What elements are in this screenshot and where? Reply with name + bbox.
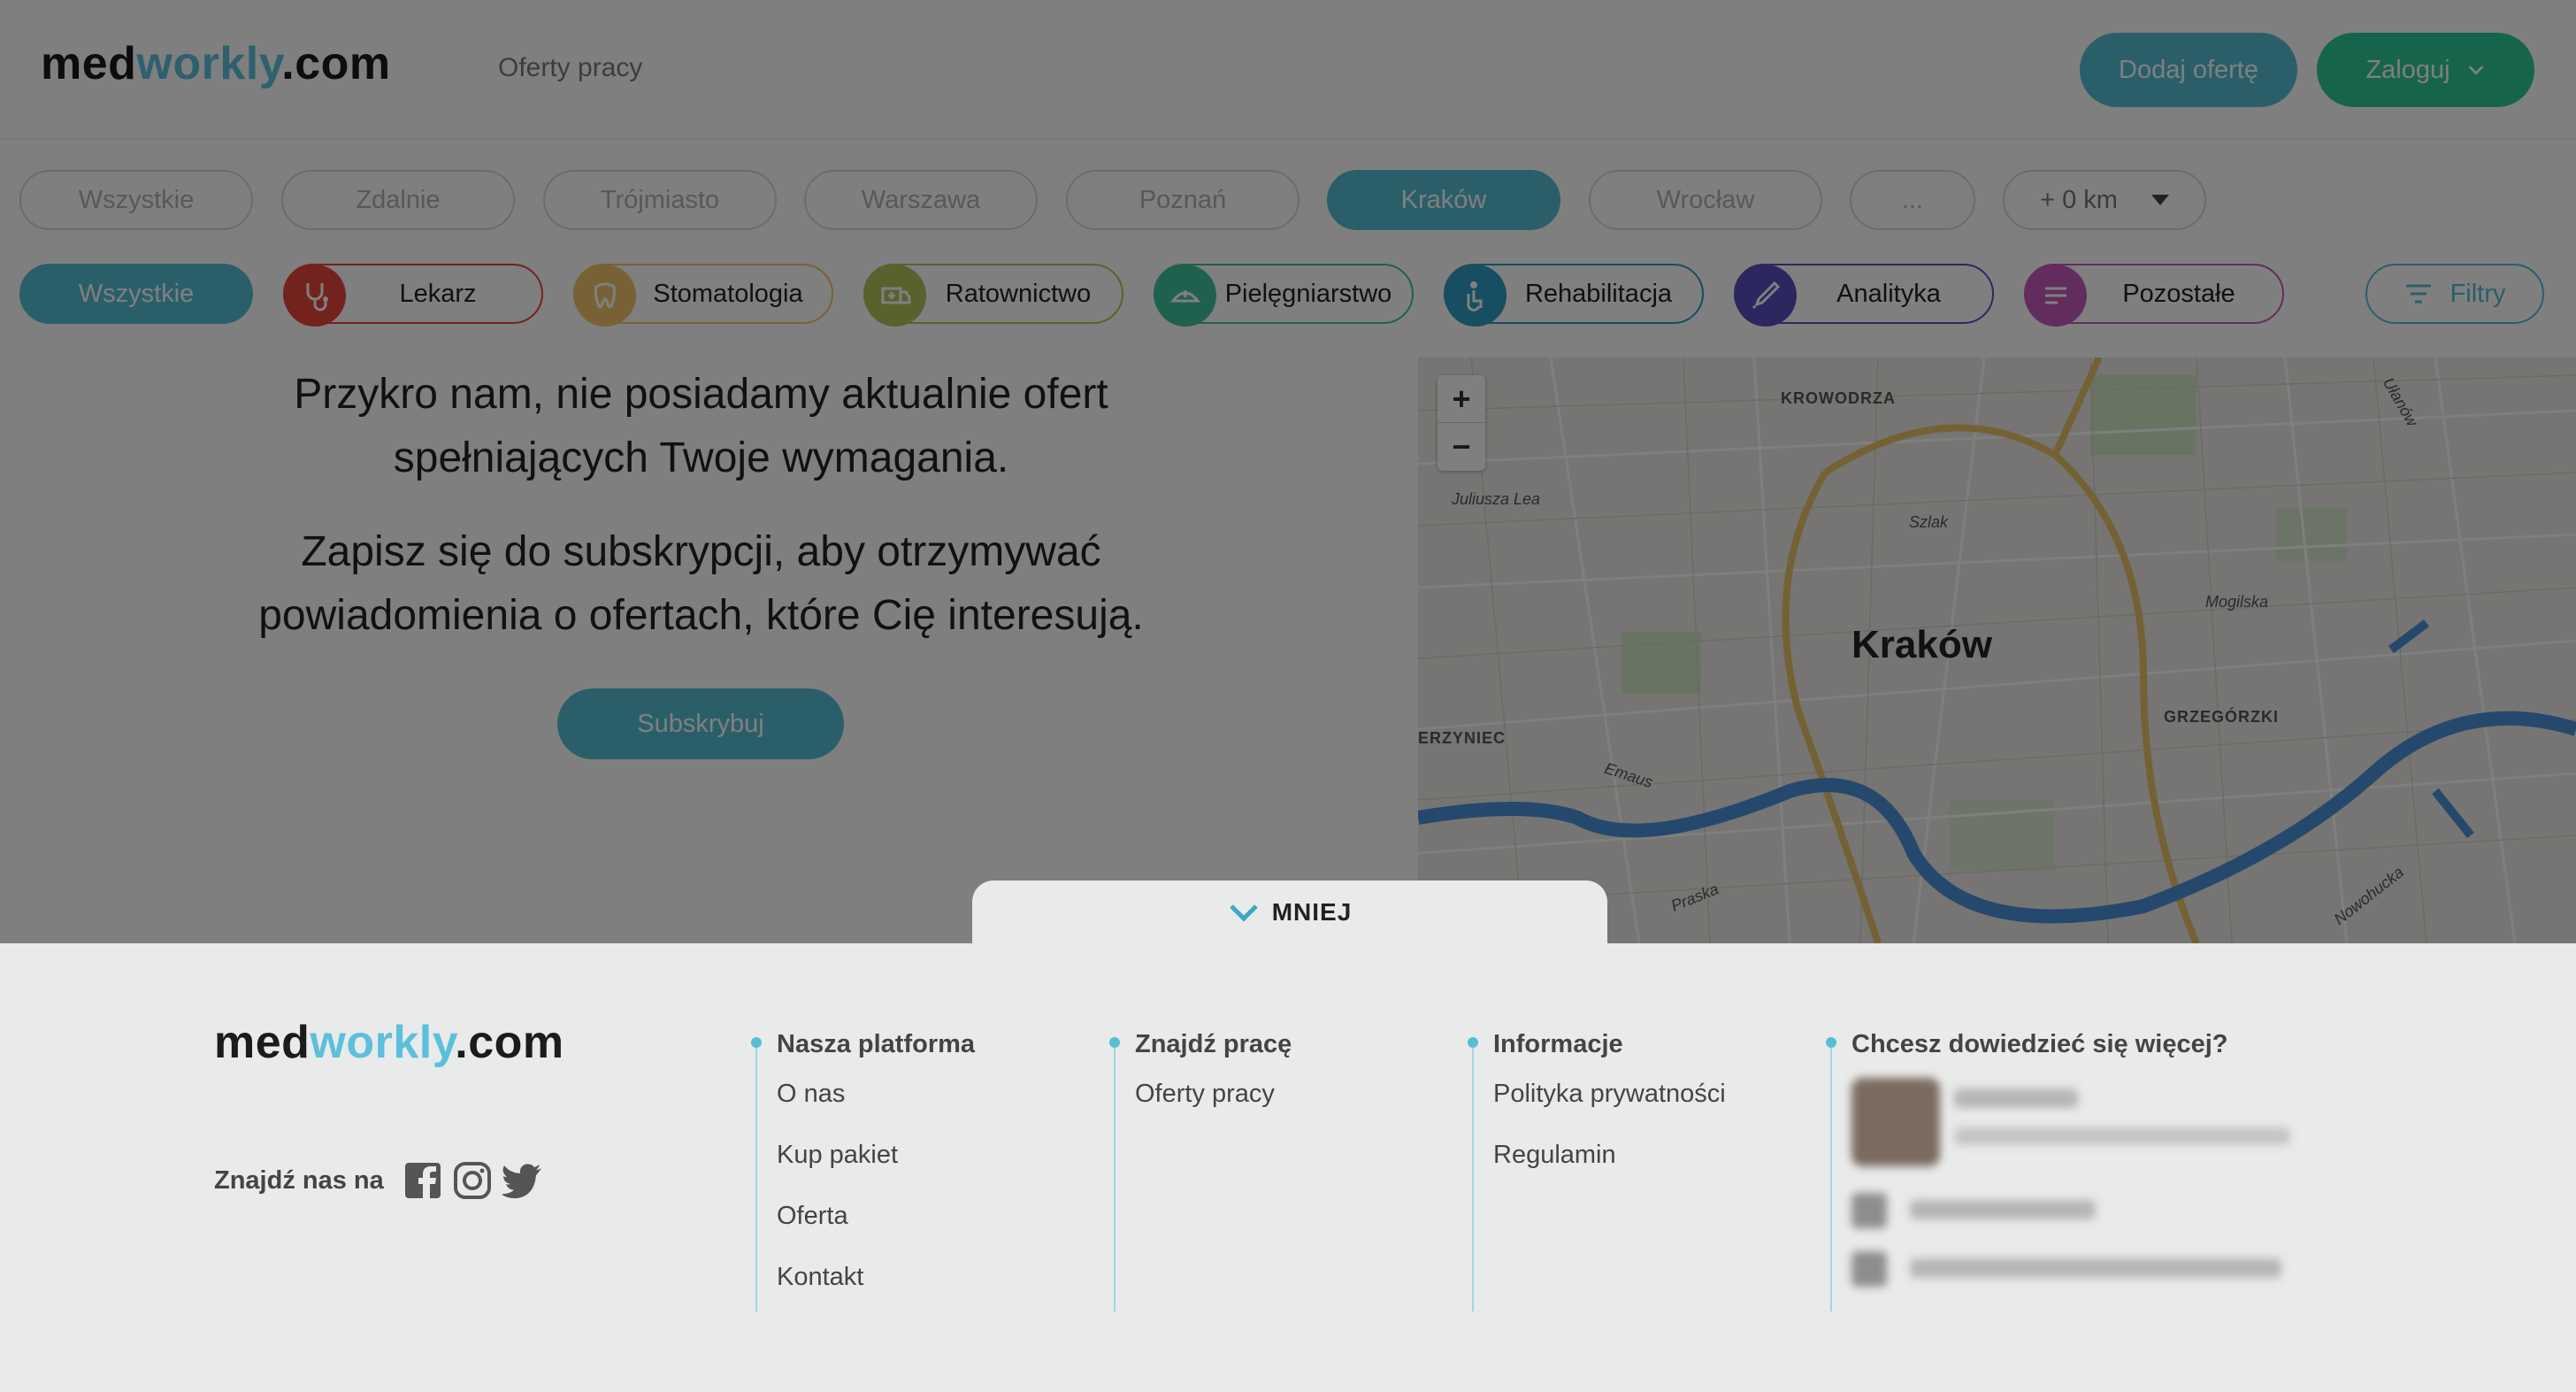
filters-button[interactable]: Filtry [2365,264,2544,324]
location-trojmiasto[interactable]: Trójmiasto [543,170,777,230]
avatar [1852,1078,1940,1166]
footer-link-privacy[interactable]: Polityka prywatności [1493,1080,1726,1109]
location-warszawa[interactable]: Warszawa [804,170,1038,230]
location-remote[interactable]: Zdalnie [281,170,515,230]
social-links: Znajdź nas na [214,1161,543,1200]
subscribe-message: Zapisz się do subskrypcji, aby otrzymywa… [258,528,1144,639]
map[interactable]: + − KROWODRZA Juliusza Lea Szlak Mogilsk… [1418,358,2576,943]
instagram-icon[interactable] [453,1161,492,1200]
main-area: medworkly.com Oferty pracy Dodaj ofertę … [0,0,2576,943]
twitter-icon[interactable] [502,1161,543,1200]
category-all[interactable]: Wszystkie [19,264,253,324]
location-poznan[interactable]: Poznań [1066,170,1300,230]
map-label: GRZEGÓRZKI [2164,708,2279,726]
location-wroclaw[interactable]: Wrocław [1589,170,1822,230]
filter-icon [2405,284,2431,304]
phone-icon [1852,1193,1887,1228]
zoom-in-button[interactable]: + [1438,375,1485,423]
facebook-icon[interactable] [403,1161,442,1200]
contact-phone [1910,1200,2096,1219]
contact-email [1910,1258,2281,1278]
logo[interactable]: medworkly.com [41,37,391,90]
nurse-cap-icon [1154,265,1216,327]
footer-column-title: Informacje [1493,1030,1623,1058]
map-label: Mogilska [2205,593,2269,611]
category-ratownictwo[interactable]: Ratownictwo [863,264,1123,327]
category-lekarz[interactable]: Lekarz [283,264,543,327]
location-filter: Wszystkie Zdalnie Trójmiasto Warszawa Po… [0,168,2576,232]
map-tiles [1418,358,2576,943]
map-label: Juliusza Lea [1452,490,1541,508]
rehabilitation-icon [1445,265,1506,327]
add-offer-button[interactable]: Dodaj ofertę [2080,33,2297,107]
email-icon [1852,1251,1887,1287]
pipette-icon [1735,265,1797,327]
map-label: KROWODRZA [1781,389,1896,407]
subscribe-button[interactable]: Subskrybuj [557,688,844,759]
footer-logo[interactable]: medworkly.com [214,1016,564,1069]
tooth-icon [574,265,636,327]
stethoscope-icon [284,265,346,327]
map-label: Szlak [1909,513,1949,531]
footer-link-contact[interactable]: Kontakt [777,1263,863,1292]
category-filter: Wszystkie Lekarz Stomatologia Ratownictw… [0,262,2576,327]
footer-link-buy-package[interactable]: Kup pakiet [777,1141,898,1170]
footer-link-offer[interactable]: Oferta [777,1202,848,1231]
footer-column-title: Znajdź pracę [1135,1030,1292,1058]
empty-message: Przykro nam, nie posiadamy aktualnie ofe… [294,371,1108,481]
category-pozostale[interactable]: Pozostałe [2024,264,2284,327]
category-analityka[interactable]: Analityka [1734,264,1994,327]
location-all[interactable]: Wszystkie [19,170,253,230]
footer-link-terms[interactable]: Regulamin [1493,1141,1616,1170]
radius-select[interactable]: + 0 km [2003,170,2206,230]
chevron-down-icon [1229,904,1258,922]
collapse-footer-button[interactable]: MNIEJ [972,881,1607,944]
map-label: ERZYNIEC [1418,729,1506,747]
category-stomatologia[interactable]: Stomatologia [573,264,833,327]
category-pielegniarstwo[interactable]: Pielęgniarstwo [1154,264,1414,327]
map-city-label: Kraków [1852,623,1992,666]
location-krakow[interactable]: Kraków [1327,170,1560,230]
footer-column-title: Chcesz dowiedzieć się więcej? [1852,1030,2228,1058]
contact-role [1954,1127,2290,1145]
zoom-out-button[interactable]: − [1438,423,1485,471]
category-rehabilitacja[interactable]: Rehabilitacja [1444,264,1704,327]
footer-column-title: Nasza platforma [777,1030,976,1058]
caret-down-icon [2150,195,2169,205]
footer-link-about[interactable]: O nas [777,1080,845,1109]
contact-name [1954,1088,2078,1108]
location-more[interactable]: ... [1850,170,1975,230]
list-icon [2025,265,2087,327]
footer-link-job-offers[interactable]: Oferty pracy [1135,1080,1275,1109]
chevron-down-icon [2468,65,2483,75]
login-button[interactable]: Zaloguj [2317,33,2534,107]
header: medworkly.com Oferty pracy Dodaj ofertę … [0,0,2576,140]
zoom-control: + − [1438,375,1485,471]
nav-job-offers[interactable]: Oferty pracy [498,53,642,83]
ambulance-icon [864,265,926,327]
